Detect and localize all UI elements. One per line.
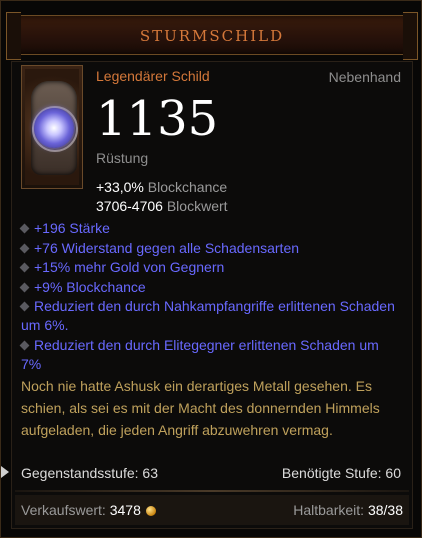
mouse-cursor-icon [1, 466, 9, 478]
affix-line: +76 Widerstand gegen alle Schadensarten [19, 239, 401, 259]
affix-bullet-icon [19, 340, 30, 350]
flavor-text: Noch nie hatte Ashusk ein derartiges Met… [21, 378, 380, 438]
item-level: Gegenstandsstufe: 63 [21, 465, 158, 481]
durability: Haltbarkeit: 38/38 [293, 502, 403, 518]
affix-bullet-icon [19, 223, 30, 234]
block-chance-stat: +33,0% Blockchance [96, 179, 228, 195]
affix-bullet-icon [19, 262, 30, 273]
item-tooltip: STURMSCHILD Legendärer Schild Nebenhand … [0, 0, 422, 538]
affix-bullet-icon [19, 243, 30, 253]
bottom-bar: Verkaufswert: 3478 Haltbarkeit: 38/38 [15, 495, 409, 525]
sell-value: Verkaufswert: 3478 [21, 502, 156, 518]
affix-line: Reduziert den durch Nahkampfangriffe erl… [19, 297, 395, 333]
title-bar: STURMSCHILD [6, 12, 418, 60]
block-value-stat: 3706-4706 Blockwert [96, 198, 228, 214]
item-icon-frame [21, 65, 83, 189]
armor-label: Rüstung [96, 150, 149, 166]
affix-line: +196 Stärke [19, 219, 401, 239]
divider [15, 490, 409, 492]
shield-item-icon [31, 81, 78, 175]
item-name: STURMSCHILD [139, 27, 285, 45]
item-type: Legendärer Schild [96, 68, 210, 84]
affix-line: +15% mehr Gold von Gegnern [19, 258, 401, 278]
affix-line: Reduziert den durch Elitegegner erlitten… [19, 336, 379, 372]
affix-bullet-icon [19, 282, 30, 292]
required-level: Benötigte Stufe: 60 [281, 465, 401, 481]
armor-value: 1135 [96, 91, 219, 147]
gold-coin-icon [145, 506, 156, 516]
affix-line: +9% Blockchance [19, 278, 401, 298]
item-slot: Nebenhand [328, 69, 401, 85]
affix-bullet-icon [19, 301, 30, 311]
